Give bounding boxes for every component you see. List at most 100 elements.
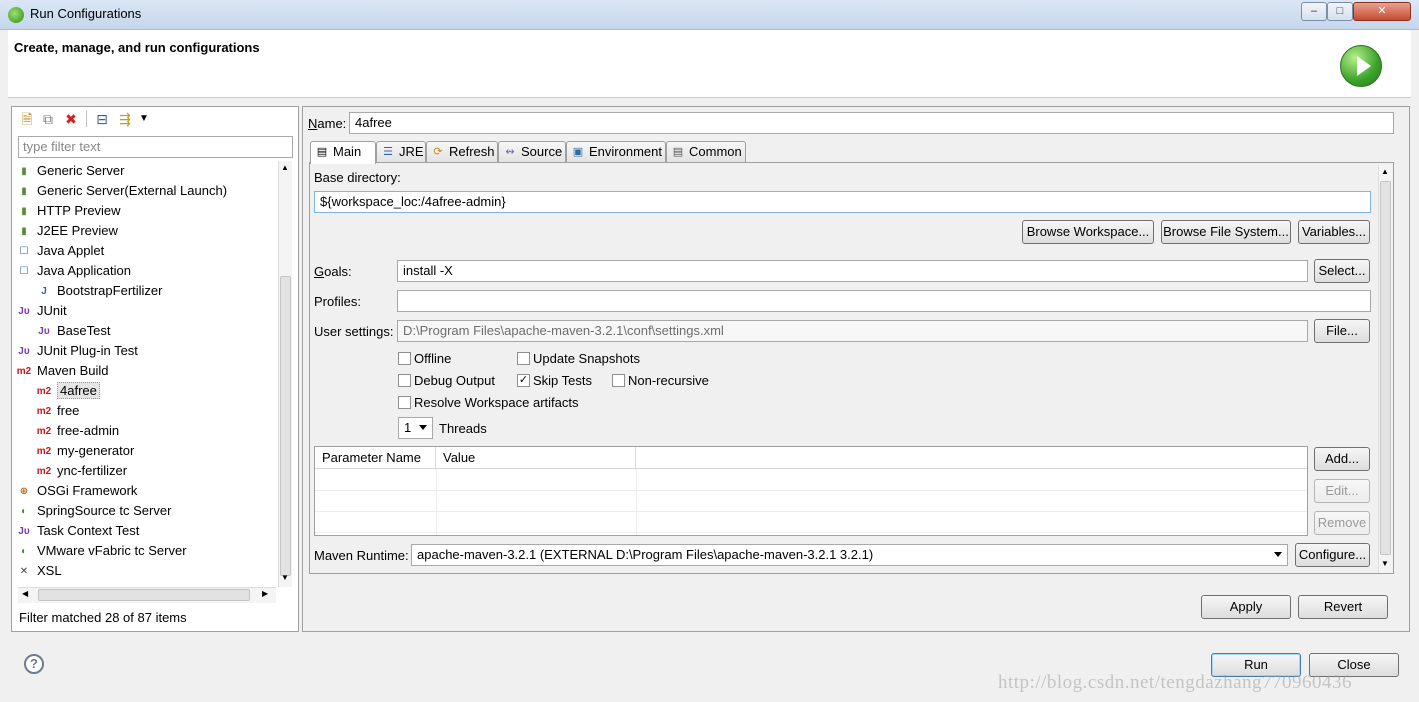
tab-source[interactable]: ↭ Source [498, 141, 566, 163]
maven-icon: m2 [36, 385, 52, 397]
java-app-icon: ☐ [19, 265, 29, 277]
offline-checkbox[interactable] [398, 352, 411, 365]
tree-item[interactable]: m2 ync-fertilizer [36, 461, 127, 481]
tab-vertical-scrollbar[interactable]: ▲ ▼ [1378, 165, 1392, 573]
tree-item[interactable]: Jυ Task Context Test [16, 521, 139, 541]
delete-icon[interactable]: ✖ [63, 111, 79, 127]
select-goals-button[interactable]: Select... [1314, 259, 1370, 283]
minimize-button[interactable]: – [1301, 2, 1327, 21]
column-header-parameter-name[interactable]: Parameter Name [315, 447, 436, 469]
tab-refresh[interactable]: ⟳ Refresh [426, 141, 498, 163]
close-window-button[interactable]: ✕ [1353, 2, 1411, 21]
user-settings-input[interactable]: D:\Program Files\apache-maven-3.2.1\conf… [397, 320, 1308, 342]
variables-button[interactable]: Variables... [1298, 220, 1370, 244]
duplicate-icon[interactable]: ⧉ [40, 111, 56, 127]
debug-output-checkbox[interactable] [398, 374, 411, 387]
maximize-button[interactable]: □ [1327, 2, 1353, 21]
tab-environment[interactable]: ▣ Environment [566, 141, 666, 163]
tree-item[interactable]: ☐ Java Applet [16, 241, 105, 261]
tab-common[interactable]: ▤ Common [666, 141, 746, 163]
tree-horizontal-scrollbar[interactable]: ◀ ▶ [18, 587, 276, 603]
collapse-all-icon[interactable]: ⊟ [94, 111, 110, 127]
tree-item[interactable]: m2 free-admin [36, 421, 119, 441]
column-header-value[interactable]: Value [436, 447, 636, 469]
tree-vertical-scrollbar[interactable]: ▲ ▼ [278, 161, 292, 587]
debug-output-label: Debug Output [414, 373, 495, 388]
xsl-icon: ✕ [19, 565, 29, 577]
tree-item[interactable]: m2 my-generator [36, 441, 135, 461]
help-icon[interactable]: ? [24, 654, 44, 674]
revert-button[interactable]: Revert [1298, 595, 1388, 619]
maven-icon: m2 [36, 405, 52, 417]
skip-tests-label: Skip Tests [533, 373, 593, 388]
tree-item-label: 4afree [57, 382, 100, 399]
maven-runtime-select[interactable]: apache-maven-3.2.1 (EXTERNAL D:\Program … [411, 544, 1288, 566]
tab-main[interactable]: ▤ Main [310, 141, 376, 164]
file-button[interactable]: File... [1314, 319, 1370, 343]
maven-icon: m2 [36, 425, 52, 437]
update-snapshots-label: Update Snapshots [533, 351, 640, 366]
junit-plugin-icon: Jυ [18, 345, 30, 357]
edit-parameter-button[interactable]: Edit... [1314, 479, 1370, 503]
tree-item-label: Generic Server [37, 163, 125, 178]
tree-item[interactable]: ⊕ OSGi Framework [16, 481, 138, 501]
tree-item[interactable]: J BootstrapFertilizer [36, 281, 162, 301]
remove-parameter-button[interactable]: Remove [1314, 511, 1370, 535]
tree-item[interactable]: ▮ J2EE Preview [16, 221, 118, 241]
tree-item[interactable]: Jυ JUnit [16, 301, 66, 321]
tree-item[interactable]: ▮ Generic Server [16, 161, 124, 181]
filter-icon[interactable]: ⇶ [117, 111, 133, 127]
tree-item-label: SpringSource tc Server [37, 503, 172, 518]
update-snapshots-checkbox[interactable] [517, 352, 530, 365]
osgi-icon: ⊕ [19, 485, 29, 497]
goals-label: Goals: [314, 264, 352, 279]
spring-icon: ◐ [20, 505, 28, 517]
tree-item[interactable]: ✕ XSL [16, 561, 62, 581]
configure-runtime-button[interactable]: Configure... [1295, 543, 1370, 567]
offline-label: Offline [414, 351, 452, 366]
tree-item[interactable]: ▮ HTTP Preview [16, 201, 120, 221]
add-parameter-button[interactable]: Add... [1314, 447, 1370, 471]
tree-item-label: free [57, 403, 80, 418]
browse-workspace-button[interactable]: Browse Workspace... [1022, 220, 1154, 244]
threads-select[interactable]: 1 [398, 417, 433, 439]
java-file-icon: J [41, 285, 47, 297]
tree-item-label: VMware vFabric tc Server [37, 543, 187, 558]
table-row [315, 491, 1307, 512]
tree-item[interactable]: ◐ SpringSource tc Server [16, 501, 171, 521]
tree-item[interactable]: ◐ VMware vFabric tc Server [16, 541, 187, 561]
tree-item-label: free-admin [57, 423, 120, 438]
tree-item[interactable]: ▮ Generic Server(External Launch) [16, 181, 227, 201]
filter-input[interactable]: type filter text [18, 136, 293, 158]
tree-item-label: Task Context Test [37, 523, 140, 538]
spring-icon: ◐ [20, 545, 28, 557]
tree-item[interactable]: m2 Maven Build [16, 361, 109, 381]
skip-tests-checkbox[interactable]: ✓ [517, 374, 530, 387]
tree-item-label: OSGi Framework [37, 483, 138, 498]
name-input[interactable]: 4afree [349, 112, 1394, 134]
tree-item[interactable]: ☐ Java Application [16, 261, 131, 281]
tree-item[interactable]: m2 free [36, 401, 80, 421]
tree-item[interactable]: Jυ JUnit Plug-in Test [16, 341, 138, 361]
filter-status: Filter matched 28 of 87 items [19, 610, 187, 625]
new-config-icon[interactable]: 🗎 [19, 111, 35, 127]
browse-file-system-button[interactable]: Browse File System... [1161, 220, 1291, 244]
profiles-input[interactable] [397, 290, 1371, 312]
apply-button[interactable]: Apply [1201, 595, 1291, 619]
refresh-icon: ⟳ [433, 146, 443, 158]
tree-item[interactable]: Jυ BaseTest [36, 321, 110, 341]
resolve-workspace-checkbox[interactable] [398, 396, 411, 409]
filter-menu-chevron-icon[interactable]: ▼ [139, 111, 149, 127]
base-directory-input[interactable]: ${workspace_loc:/4afree-admin} [314, 191, 1371, 213]
goals-input[interactable]: install -X [397, 260, 1308, 282]
tree-item-label: Generic Server(External Launch) [37, 183, 228, 198]
maven-icon: m2 [16, 365, 32, 377]
chevron-down-icon [1274, 552, 1282, 557]
tree-item[interactable]: m2 4afree [36, 381, 100, 401]
source-icon: ↭ [505, 146, 515, 158]
tab-jre[interactable]: ☰ JRE [376, 141, 426, 163]
tree-item-label: Maven Build [37, 363, 109, 378]
server-icon: ▮ [21, 225, 27, 237]
tree-item-label: BaseTest [57, 323, 111, 338]
non-recursive-checkbox[interactable] [612, 374, 625, 387]
